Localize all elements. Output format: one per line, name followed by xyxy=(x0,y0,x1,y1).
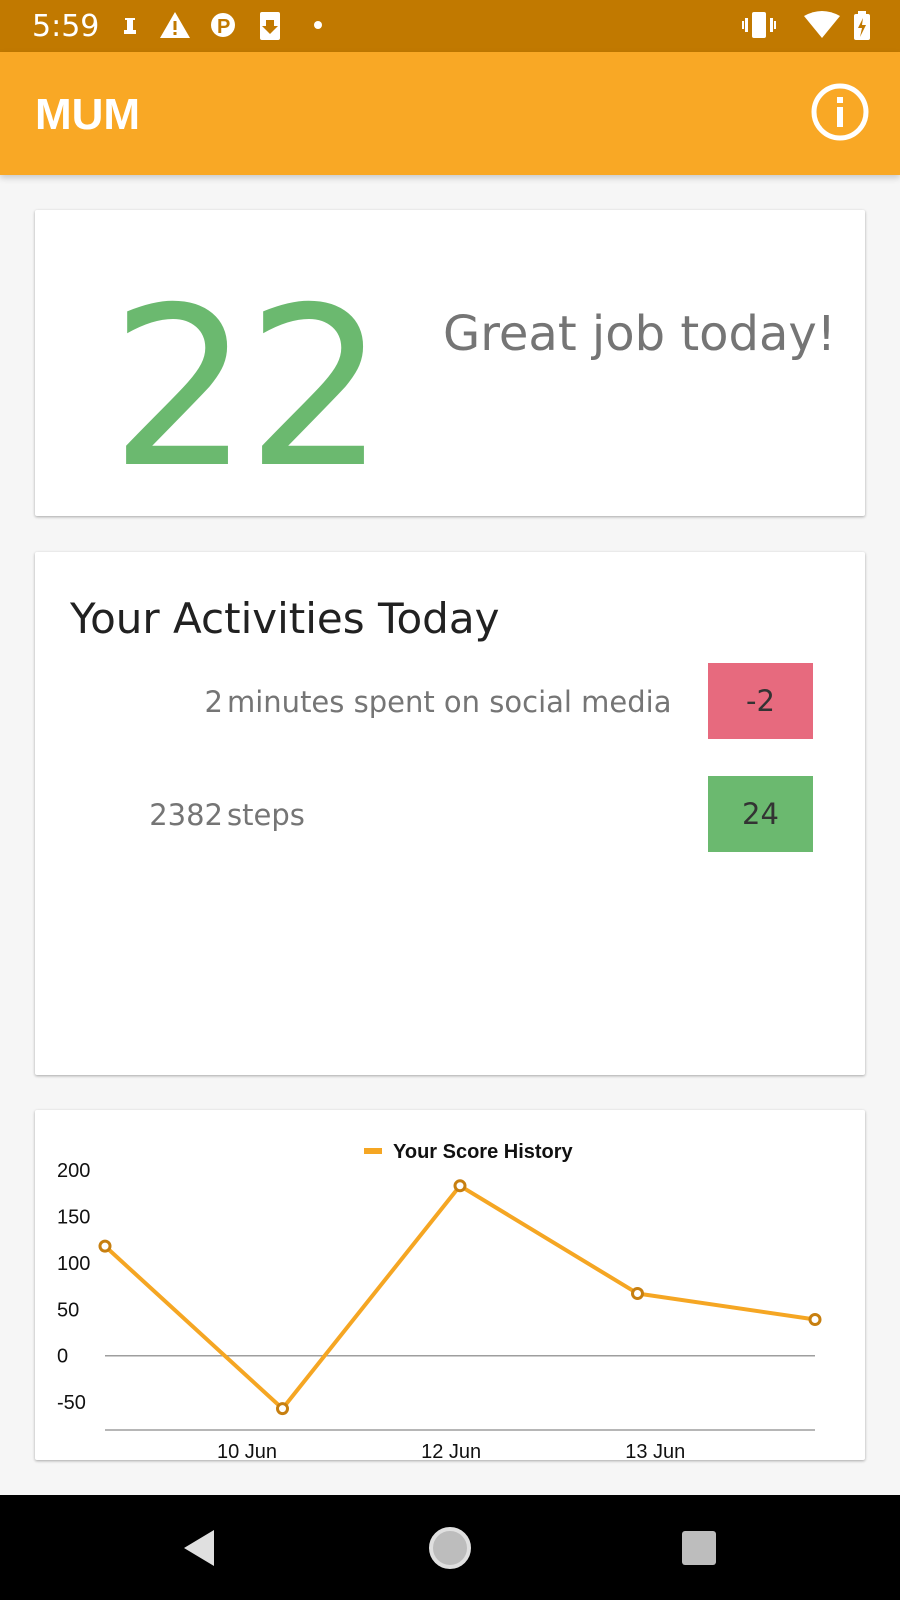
y-tick-label: -50 xyxy=(57,1392,86,1414)
activities-title: Your Activities Today xyxy=(70,594,500,643)
recents-icon[interactable] xyxy=(680,1529,718,1567)
y-tick-label: 50 xyxy=(57,1299,79,1321)
daily-score: 22 xyxy=(110,260,386,516)
y-tick-label: 100 xyxy=(57,1253,90,1275)
activity-row-social-media: 2 minutes spent on social media -2 xyxy=(35,663,865,739)
score-history-chart-card: Your Score History 200 150 100 50 0 -50 10 Ju… xyxy=(35,1110,865,1463)
activities-card: Your Activities Today 2 minutes spent on… xyxy=(35,552,865,1075)
back-icon[interactable] xyxy=(180,1528,220,1568)
navigation-bar xyxy=(0,1495,900,1600)
app-title: MUM xyxy=(35,90,141,139)
svg-text:P: P xyxy=(217,16,230,38)
info-icon[interactable] xyxy=(810,82,870,142)
activity-points-badge: -2 xyxy=(708,663,813,739)
activity-row-steps: 2382 steps 24 xyxy=(35,776,865,852)
home-icon[interactable] xyxy=(427,1525,473,1571)
x-tick-label: 13 Jun xyxy=(625,1441,685,1460)
battery-charging-icon xyxy=(854,11,870,40)
dot-icon xyxy=(314,21,322,29)
vibrate-icon xyxy=(742,12,776,38)
data-point xyxy=(631,1287,644,1300)
activity-label: steps xyxy=(227,798,305,832)
y-tick-label: 150 xyxy=(57,1206,90,1228)
y-tick-label: 0 xyxy=(57,1346,68,1368)
score-history-line xyxy=(103,1183,816,1411)
score-message: Great job today! xyxy=(443,306,837,362)
x-tick-label: 12 Jun xyxy=(421,1441,481,1460)
data-point xyxy=(808,1313,822,1326)
score-card: 22 Great job today! xyxy=(35,210,865,516)
legend-swatch xyxy=(364,1148,382,1154)
download-icon xyxy=(260,12,280,40)
legend-label: Your Score History xyxy=(393,1141,574,1163)
score-history-chart: Your Score History 200 150 100 50 0 -50 10 Ju… xyxy=(57,1141,822,1463)
data-point xyxy=(453,1179,467,1193)
status-time: 5:59 xyxy=(32,9,100,44)
data-point xyxy=(276,1402,289,1416)
activity-value: 2 xyxy=(204,685,223,719)
status-bar: 5:59 P xyxy=(0,0,900,52)
status-system-icons xyxy=(742,11,870,40)
parking-icon: P xyxy=(211,13,235,38)
chess-rook-icon xyxy=(124,18,136,34)
activity-label: minutes spent on social media xyxy=(227,685,672,719)
y-tick-label: 200 xyxy=(57,1160,90,1182)
warning-icon xyxy=(160,12,190,38)
status-notification-icons: P xyxy=(124,12,322,40)
activity-points-badge: 24 xyxy=(708,776,813,852)
app-bar: MUM xyxy=(0,52,900,175)
x-tick-label: 10 Jun xyxy=(217,1441,277,1460)
activity-value: 2382 xyxy=(149,798,223,832)
wifi-icon xyxy=(804,11,840,38)
data-point xyxy=(98,1239,112,1253)
